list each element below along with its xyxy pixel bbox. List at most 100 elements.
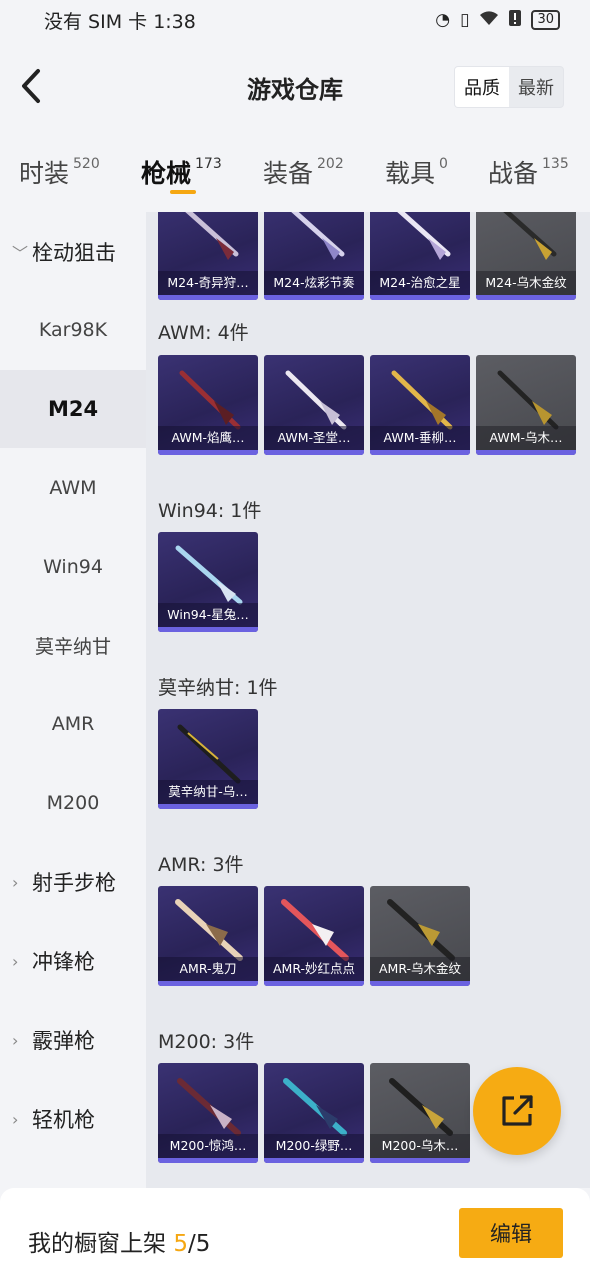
weapon-card-label: M24-治愈之星	[370, 271, 470, 295]
weapon-card[interactable]: AWM-圣堂…	[264, 355, 364, 455]
tab-count: 135	[542, 156, 569, 172]
weapon-card[interactable]: M24-炫彩节奏	[264, 212, 364, 300]
weapon-card-label: M200-绿野…	[264, 1134, 364, 1158]
rifle-icon	[281, 899, 349, 961]
vibrate-icon: ▯	[460, 10, 470, 30]
weapon-card-label: M200-乌木…	[370, 1134, 470, 1158]
weapon-card[interactable]: AWM-焰鹰…	[158, 355, 258, 455]
section-title-mosin: 莫辛纳甘: 1件	[158, 677, 278, 699]
sidebar-group-label: 冲锋枪	[32, 950, 95, 974]
showcase-count: 5	[173, 1231, 188, 1257]
weapon-card-label: AWM-焰鹰…	[158, 426, 258, 450]
share-button[interactable]	[473, 1067, 561, 1155]
tab-vehicles[interactable]: 载具 0	[385, 154, 448, 190]
rifle-icon	[389, 1078, 453, 1136]
showcase-label: 我的橱窗上架	[28, 1231, 166, 1257]
sort-quality-button[interactable]: 品质	[455, 67, 509, 107]
status-bar: 没有 SIM 卡 1:38 ◔ ▯ 30	[0, 0, 590, 40]
sidebar-item-awm[interactable]: AWM	[0, 449, 146, 527]
weapon-card-label: M24-奇异狩…	[158, 271, 258, 295]
weapon-card-label: AWM-乌木…	[476, 426, 576, 450]
sort-latest-button[interactable]: 最新	[509, 67, 563, 107]
sidebar-group-lmg[interactable]: › 轻机枪	[0, 1080, 146, 1158]
sidebar-group-label: 栓动狙击	[32, 241, 116, 265]
tab-label: 装备	[263, 159, 314, 188]
active-tab-indicator	[170, 190, 196, 194]
chevron-right-icon: ›	[12, 1109, 19, 1129]
showcase-separator: /	[187, 1231, 196, 1257]
rifle-icon	[397, 212, 451, 260]
sidebar-item-m24[interactable]: M24	[0, 370, 146, 448]
tab-guns[interactable]: 枪械 173	[141, 154, 222, 190]
sidebar-group-dmr[interactable]: › 射手步枪	[0, 843, 146, 921]
showcase-footer: 我的橱窗上架 5/5 编辑	[0, 1188, 590, 1280]
chevron-right-icon: ›	[12, 872, 19, 892]
rifle-icon	[179, 370, 241, 430]
chevron-right-icon: ›	[12, 951, 19, 971]
section-title-awm: AWM: 4件	[158, 322, 249, 344]
weapon-card[interactable]: AMR-乌木金纹	[370, 886, 470, 986]
showcase-status: 我的橱窗上架 5/5	[28, 1224, 210, 1258]
sidebar-group-shotgun[interactable]: › 霰弹枪	[0, 1001, 146, 1079]
weapon-card[interactable]: AMR-妙红点点	[264, 886, 364, 986]
tab-count: 173	[195, 156, 222, 172]
sidebar-item-amr[interactable]: AMR	[0, 685, 146, 763]
rifle-icon	[175, 545, 243, 605]
header: 游戏仓库 品质 最新	[0, 40, 590, 132]
rifle-icon	[177, 724, 241, 784]
weapon-card-label: AMR-妙红点点	[264, 957, 364, 981]
rifle-icon	[497, 370, 559, 430]
sidebar-group-bolt-action[interactable]: ﹀ 栓动狙击	[0, 213, 146, 291]
rifle-icon	[285, 370, 347, 430]
rarity-bar	[158, 295, 258, 300]
weapon-card[interactable]: Win94-星兔…	[158, 532, 258, 632]
tab-equipment[interactable]: 装备 202	[263, 154, 344, 190]
rarity-bar	[370, 1158, 470, 1163]
rarity-bar	[264, 981, 364, 986]
category-tabs: 时装 520 枪械 173 装备 202 载具 0 战备 135	[0, 140, 590, 210]
rarity-bar	[264, 450, 364, 455]
sidebar-group-smg[interactable]: › 冲锋枪	[0, 922, 146, 1000]
tab-count: 0	[439, 156, 448, 172]
chevron-down-icon: ﹀	[12, 244, 29, 263]
wifi-icon	[479, 10, 499, 31]
chevron-right-icon: ›	[12, 1030, 19, 1050]
sidebar-item-m200[interactable]: M200	[0, 764, 146, 842]
rarity-bar	[476, 295, 576, 300]
rarity-bar	[264, 295, 364, 300]
weapon-card[interactable]: M200-惊鸿…	[158, 1063, 258, 1163]
weapon-card[interactable]: M24-治愈之星	[370, 212, 470, 300]
alert-icon	[509, 9, 522, 31]
sidebar-item-label: AWM	[49, 477, 97, 499]
edit-button[interactable]: 编辑	[459, 1208, 563, 1258]
rarity-bar	[158, 627, 258, 632]
tab-count: 202	[317, 156, 344, 172]
sidebar-item-win94[interactable]: Win94	[0, 528, 146, 606]
showcase-total: 5	[195, 1231, 211, 1257]
weapon-card[interactable]: 莫辛纳甘-乌…	[158, 709, 258, 809]
section-title-win94: Win94: 1件	[158, 500, 262, 522]
section-title-m200: M200: 3件	[158, 1031, 255, 1053]
weapon-card[interactable]: AMR-鬼刀	[158, 886, 258, 986]
tab-supplies[interactable]: 战备 135	[488, 154, 569, 190]
rifle-icon	[175, 899, 243, 961]
sidebar-group-label: 轻机枪	[32, 1108, 95, 1132]
weapon-card[interactable]: M24-乌木金纹	[476, 212, 576, 300]
weapon-card[interactable]: M200-绿野…	[264, 1063, 364, 1163]
weapon-card[interactable]: M200-乌木…	[370, 1063, 470, 1163]
tab-fashion[interactable]: 时装 520	[19, 154, 100, 190]
weapon-card-label: M24-炫彩节奏	[264, 271, 364, 295]
sidebar-item-mosin[interactable]: 莫辛纳甘	[0, 606, 146, 684]
weapon-card[interactable]: M24-奇异狩…	[158, 212, 258, 300]
sort-toggle: 品质 最新	[454, 66, 564, 108]
sidebar-item-kar98k[interactable]: Kar98K	[0, 291, 146, 369]
tab-count: 520	[73, 156, 100, 172]
weapon-card-label: AWM-圣堂…	[264, 426, 364, 450]
rarity-bar	[158, 450, 258, 455]
weapon-card[interactable]: AWM-乌木…	[476, 355, 576, 455]
rarity-bar	[370, 981, 470, 986]
weapon-card[interactable]: AWM-垂柳…	[370, 355, 470, 455]
rifle-icon	[503, 212, 557, 260]
rifle-icon	[291, 212, 345, 260]
tab-label: 时装	[19, 159, 70, 188]
